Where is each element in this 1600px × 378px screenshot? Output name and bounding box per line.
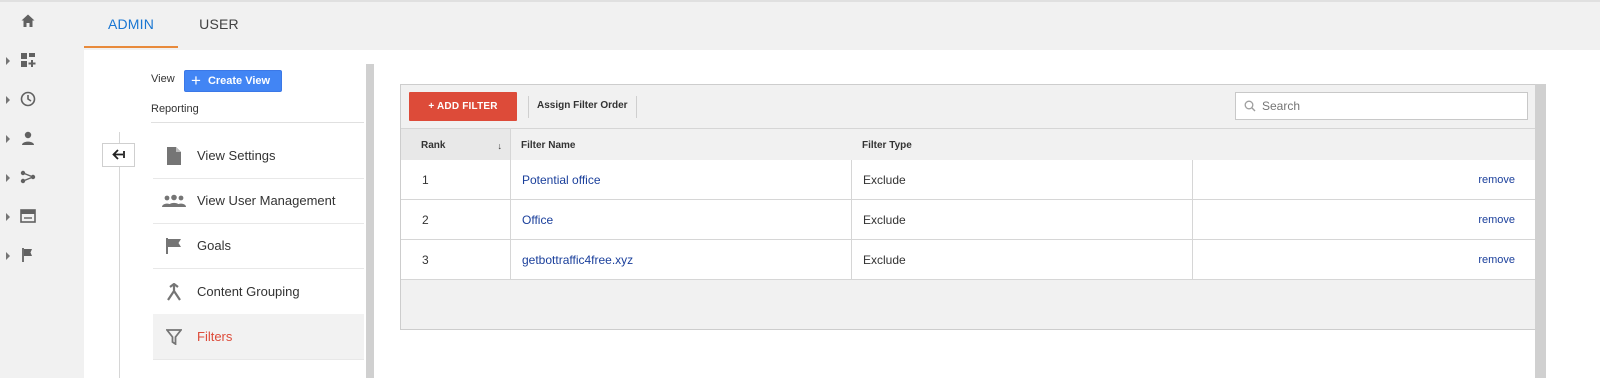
tab-admin[interactable]: ADMIN [84, 14, 178, 48]
table-row: 1 Potential office Exclude remove [401, 160, 1535, 200]
filter-type-cell: Exclude [852, 200, 1193, 239]
behavior-icon [20, 209, 36, 223]
rail-conversions[interactable] [0, 240, 58, 272]
people-icon [161, 190, 187, 212]
clock-icon [20, 91, 36, 107]
tab-user[interactable]: USER [184, 14, 254, 48]
nav-item-label: View Settings [197, 148, 276, 163]
tree-line [119, 132, 120, 378]
create-view-label: Create View [207, 75, 271, 87]
left-rail [0, 2, 58, 378]
rail-audience[interactable] [0, 123, 58, 155]
column-header-rank[interactable]: Rank ↓ [401, 129, 511, 162]
nav-item-content-grouping[interactable]: Content Grouping [153, 269, 364, 315]
rank-cell: 2 [401, 200, 511, 239]
home-icon [21, 14, 35, 27]
flag-icon [22, 248, 32, 262]
create-view-button[interactable]: + Create View [184, 70, 282, 92]
nav-item-view-settings[interactable]: View Settings [153, 133, 364, 179]
rail-realtime[interactable] [0, 84, 58, 116]
content-grouping-icon [161, 281, 187, 303]
filter-name-link[interactable]: Office [511, 200, 852, 239]
table-row: 2 Office Exclude remove [401, 200, 1535, 240]
expand-caret-icon [6, 135, 10, 143]
flag-icon [161, 235, 187, 257]
panel-scrollbar[interactable] [1535, 84, 1546, 378]
expand-caret-icon [6, 252, 10, 260]
nav-item-label: Goals [197, 238, 231, 253]
nav-item-label: Content Grouping [197, 284, 300, 299]
rail-acquisition[interactable] [0, 162, 58, 194]
nav-item-label: Filters [197, 329, 233, 344]
rank-cell: 3 [401, 240, 511, 279]
filter-type-cell: Exclude [852, 160, 1193, 199]
search-icon [1244, 100, 1256, 112]
toolbar-divider [528, 96, 529, 118]
column-header-filter-type[interactable]: Filter Type [862, 129, 912, 162]
back-arrow-icon [111, 149, 125, 160]
remove-link[interactable]: remove [1478, 200, 1515, 239]
filter-name-link[interactable]: Potential office [511, 160, 852, 199]
view-label: View [151, 73, 175, 85]
divider [151, 122, 364, 123]
back-button[interactable] [102, 143, 135, 167]
search-box[interactable] [1235, 92, 1528, 120]
rail-behavior[interactable] [0, 201, 58, 233]
acquisition-icon [20, 170, 36, 184]
filter-name-link[interactable]: getbottraffic4free.xyz [511, 240, 852, 279]
reporting-label: Reporting [151, 103, 199, 115]
column-scrollbar[interactable] [366, 64, 374, 378]
filter-type-cell: Exclude [852, 240, 1193, 279]
expand-caret-icon [6, 213, 10, 221]
toolbar-divider [636, 96, 637, 118]
column-header-filter-name[interactable]: Filter Name [521, 129, 575, 162]
sort-arrow-icon: ↓ [497, 141, 503, 151]
nav-item-goals[interactable]: Goals [153, 223, 364, 269]
top-border [0, 0, 1600, 2]
table-header: Rank ↓ Filter Name Filter Type [401, 128, 1535, 163]
nav-item-label: View User Management [197, 193, 336, 208]
filter-icon [161, 326, 187, 348]
assign-filter-order-button[interactable]: Assign Filter Order [537, 100, 628, 111]
add-filter-button[interactable]: + ADD FILTER [409, 92, 517, 121]
expand-caret-icon [6, 96, 10, 104]
remove-link[interactable]: remove [1478, 240, 1515, 279]
document-icon [161, 145, 187, 167]
nav-item-filters[interactable]: Filters [153, 314, 364, 360]
rank-cell: 1 [401, 160, 511, 199]
rail-home[interactable] [0, 6, 58, 38]
search-input[interactable] [1262, 99, 1512, 113]
remove-link[interactable]: remove [1478, 160, 1515, 199]
expand-caret-icon [6, 174, 10, 182]
column-header-label: Rank [421, 140, 446, 151]
plus-icon: + [191, 71, 201, 90]
table-row: 3 getbottraffic4free.xyz Exclude remove [401, 240, 1535, 280]
expand-caret-icon [6, 57, 10, 65]
rail-customization[interactable] [0, 45, 58, 77]
nav-item-view-user-management[interactable]: View User Management [153, 178, 364, 224]
person-icon [22, 131, 34, 145]
dashboard-icon [21, 53, 36, 67]
